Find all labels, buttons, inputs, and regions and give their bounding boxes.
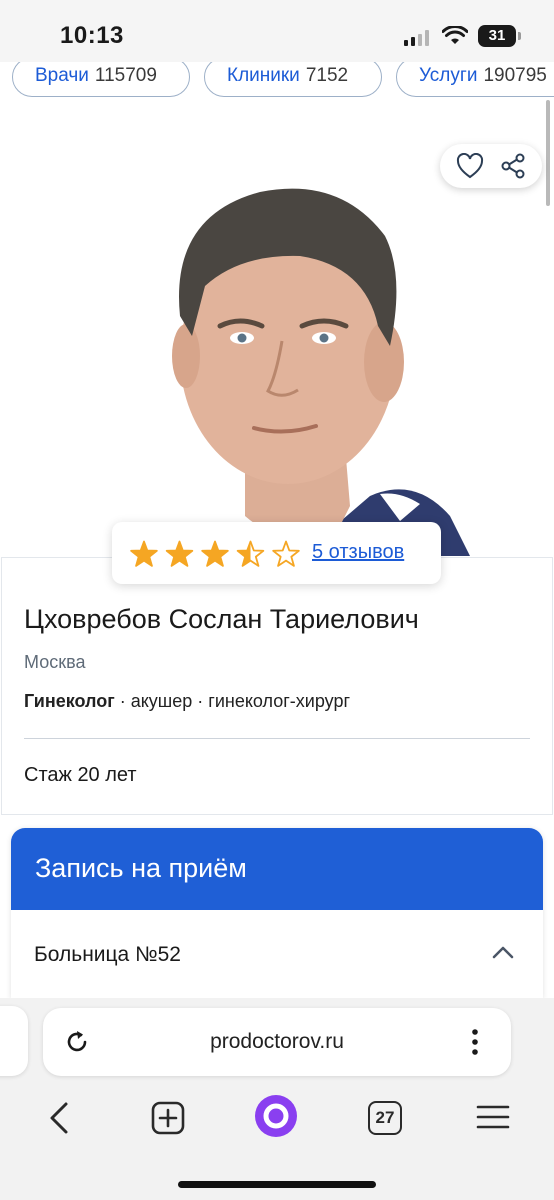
- wifi-icon: [442, 26, 468, 44]
- cellular-signal-icon: [404, 30, 429, 46]
- star-icon-outline: [272, 540, 300, 567]
- status-time: 10:13: [60, 22, 124, 49]
- doctor-specialties: Гинеколог · акушер · гинеколог-хирург: [24, 691, 350, 712]
- chip-doctors-count: 115709: [94, 65, 157, 86]
- doctor-name: Цховребов Сослан Тариелович: [24, 604, 419, 634]
- chevron-up-icon[interactable]: [491, 944, 515, 960]
- plus-square-icon[interactable]: [150, 1100, 186, 1136]
- alice-icon[interactable]: [254, 1094, 298, 1138]
- doctor-photo: [172, 188, 470, 556]
- browser-nav: 27: [0, 1088, 554, 1148]
- home-indicator: [178, 1181, 376, 1188]
- status-bar: 10:13 31: [0, 0, 554, 66]
- scrollbar[interactable]: [546, 100, 550, 206]
- battery-indicator: 31: [478, 25, 521, 47]
- chevron-left-icon[interactable]: [44, 1100, 74, 1136]
- url-text: prodoctorov.ru: [210, 1030, 344, 1053]
- doctor-city: Москва: [24, 652, 86, 672]
- doctor-main-specialty: Гинеколог: [24, 691, 115, 711]
- doctor-other-specialties: · акушер · гинеколог-хирург: [114, 691, 351, 711]
- chip-services-label: Услуги: [419, 65, 478, 86]
- star-icon-filled: [166, 541, 193, 566]
- favorite-share-pill: [440, 144, 542, 188]
- rating-badge: 5 отзывов: [112, 522, 441, 584]
- share-icon[interactable]: [500, 153, 526, 179]
- hamburger-icon[interactable]: [476, 1103, 510, 1131]
- chip-doctors-label: Врачи: [35, 65, 89, 86]
- star-icon-filled: [202, 541, 228, 566]
- divider: [24, 738, 530, 739]
- chip-services-count: 190795: [483, 65, 547, 86]
- kebab-menu-icon[interactable]: [471, 1028, 479, 1056]
- clinic-selector[interactable]: Больница №52: [11, 910, 543, 998]
- heart-icon[interactable]: [456, 153, 484, 179]
- star-icon-filled: [131, 541, 157, 566]
- chip-clinics-label: Клиники: [227, 65, 300, 86]
- appointment-header: Запись на приём: [11, 828, 543, 910]
- previous-tab-card[interactable]: [0, 1006, 28, 1076]
- reviews-link[interactable]: 5 отзывов: [312, 541, 404, 564]
- address-bar[interactable]: prodoctorov.ru: [43, 1008, 511, 1076]
- doctor-experience: Стаж 20 лет: [24, 764, 137, 786]
- appointment-card: Запись на приём Больница №52: [11, 828, 543, 998]
- appointment-title: Запись на приём: [35, 853, 247, 883]
- browser-toolbar: prodoctorov.ru 27: [0, 998, 554, 1200]
- rating-stars: [130, 540, 300, 567]
- tabs-counter[interactable]: 27: [368, 1101, 402, 1135]
- clinic-name: Больница №52: [34, 943, 181, 966]
- chip-clinics-count: 7152: [305, 65, 349, 86]
